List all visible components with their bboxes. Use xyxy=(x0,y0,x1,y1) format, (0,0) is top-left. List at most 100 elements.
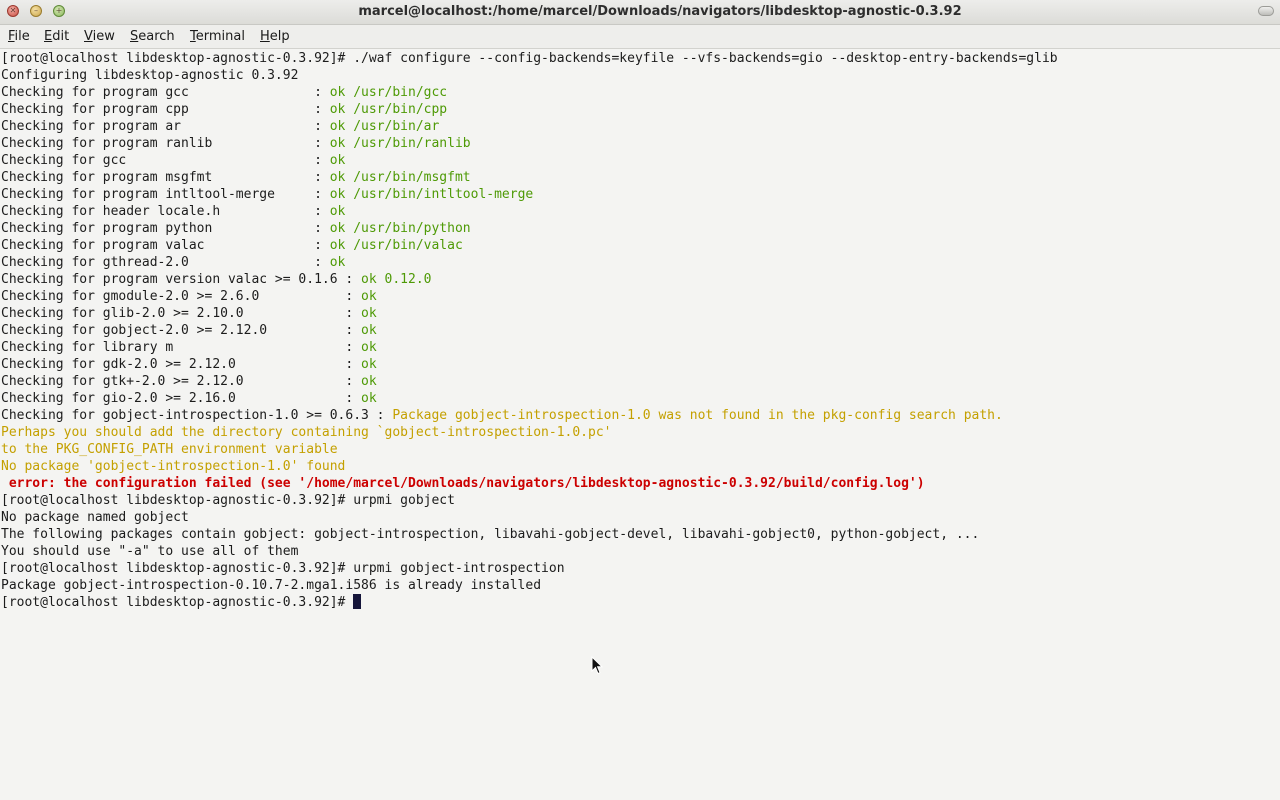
prompt: [root@localhost libdesktop-agnostic-0.3.… xyxy=(1,493,354,508)
terminal-output[interactable]: [root@localhost libdesktop-agnostic-0.3.… xyxy=(0,49,1280,800)
output-line: The following packages contain gobject: … xyxy=(1,527,980,542)
check-result: ok /usr/bin/valac xyxy=(329,238,463,253)
check-result: ok /usr/bin/ranlib xyxy=(329,136,471,151)
prompt: [root@localhost libdesktop-agnostic-0.3.… xyxy=(1,561,354,576)
check-line: Checking for header locale.h : ok xyxy=(1,203,345,220)
check-result: ok /usr/bin/intltool-merge xyxy=(329,187,534,202)
check-result: ok xyxy=(329,204,346,219)
shade-window-icon[interactable] xyxy=(1258,6,1274,16)
check-result: ok 0.12.0 xyxy=(361,272,432,287)
check-result: ok xyxy=(361,323,377,338)
check-label: Checking for gobject-introspection-1.0 >… xyxy=(1,408,393,423)
check-line: Checking for gio-2.0 >= 2.16.0 : ok xyxy=(1,390,377,407)
command-line: [root@localhost libdesktop-agnostic-0.3.… xyxy=(1,560,565,577)
check-result: ok /usr/bin/gcc xyxy=(329,85,448,100)
check-line: Checking for library m : ok xyxy=(1,339,377,356)
command-line: [root@localhost libdesktop-agnostic-0.3.… xyxy=(1,492,455,509)
active-prompt-line[interactable]: [root@localhost libdesktop-agnostic-0.3.… xyxy=(1,594,362,611)
warning-line: to the PKG_CONFIG_PATH environment varia… xyxy=(1,442,338,457)
check-label: Checking for program valac : xyxy=(1,238,330,253)
check-result: ok xyxy=(361,357,377,372)
check-line: Checking for program python : ok /usr/bi… xyxy=(1,220,471,237)
output-line: Configuring libdesktop-agnostic 0.3.92 xyxy=(1,68,299,83)
menu-edit-mnemonic: E xyxy=(44,29,53,44)
prompt: [root@localhost libdesktop-agnostic-0.3.… xyxy=(1,51,354,66)
check-label: Checking for program ranlib : xyxy=(1,136,330,151)
check-line: Checking for gcc : ok xyxy=(1,152,345,169)
check-label: Checking for program gcc : xyxy=(1,85,330,100)
menu-terminal-label: erminal xyxy=(195,29,245,44)
check-line: Checking for program gcc : ok /usr/bin/g… xyxy=(1,84,447,101)
check-line: Checking for gtk+-2.0 >= 2.12.0 : ok xyxy=(1,373,377,390)
menu-terminal[interactable]: Terminal xyxy=(186,25,249,48)
check-label: Checking for gio-2.0 >= 2.16.0 : xyxy=(1,391,362,406)
check-label: Checking for header locale.h : xyxy=(1,204,330,219)
check-line: Checking for glib-2.0 >= 2.10.0 : ok xyxy=(1,305,377,322)
check-result: ok xyxy=(361,340,377,355)
menu-help-label: elp xyxy=(269,29,290,44)
command-text: ./waf configure --config-backends=keyfil… xyxy=(353,51,1058,66)
mouse-pointer-icon xyxy=(591,656,603,675)
check-label: Checking for library m : xyxy=(1,340,362,355)
check-label: Checking for gobject-2.0 >= 2.12.0 : xyxy=(1,323,362,338)
check-line: Checking for gthread-2.0 : ok xyxy=(1,254,345,271)
check-label: Checking for program python : xyxy=(1,221,330,236)
check-result: ok xyxy=(361,374,377,389)
check-line-failed: Checking for gobject-introspection-1.0 >… xyxy=(1,407,1003,424)
check-result: ok xyxy=(361,289,377,304)
check-label: Checking for gthread-2.0 : xyxy=(1,255,330,270)
check-result: ok xyxy=(361,391,377,406)
check-line: Checking for program ranlib : ok /usr/bi… xyxy=(1,135,471,152)
menu-help[interactable]: Help xyxy=(256,25,294,48)
menu-bar: File Edit View Search Terminal Help xyxy=(0,25,1280,49)
check-line: Checking for program intltool-merge : ok… xyxy=(1,186,533,203)
terminal-window: ✕ – + marcel@localhost:/home/marcel/Down… xyxy=(0,0,1280,800)
check-label: Checking for glib-2.0 >= 2.10.0 : xyxy=(1,306,362,321)
title-bar[interactable]: ✕ – + marcel@localhost:/home/marcel/Down… xyxy=(0,0,1280,25)
check-line: Checking for program cpp : ok /usr/bin/c… xyxy=(1,101,447,118)
warning-line: No package 'gobject-introspection-1.0' f… xyxy=(1,459,346,474)
check-line: Checking for program ar : ok /usr/bin/ar xyxy=(1,118,439,135)
prompt: [root@localhost libdesktop-agnostic-0.3.… xyxy=(1,595,354,610)
output-line: You should use "-a" to use all of them xyxy=(1,544,299,559)
check-label: Checking for program msgfmt : xyxy=(1,170,330,185)
check-line: Checking for gobject-2.0 >= 2.12.0 : ok xyxy=(1,322,377,339)
check-result: ok /usr/bin/cpp xyxy=(329,102,448,117)
check-result: ok /usr/bin/msgfmt xyxy=(329,170,471,185)
check-line: Checking for gdk-2.0 >= 2.12.0 : ok xyxy=(1,356,377,373)
menu-edit[interactable]: Edit xyxy=(40,25,73,48)
check-result: ok xyxy=(361,306,377,321)
check-label: Checking for program intltool-merge : xyxy=(1,187,330,202)
check-result: ok /usr/bin/ar xyxy=(329,119,440,134)
error-line: error: the configuration failed (see '/h… xyxy=(1,476,925,491)
check-line: Checking for program version valac >= 0.… xyxy=(1,271,431,288)
check-label: Checking for gcc : xyxy=(1,153,330,168)
command-text: urpmi gobject-introspection xyxy=(353,561,565,576)
check-line: Checking for gmodule-2.0 >= 2.6.0 : ok xyxy=(1,288,377,305)
check-warning: Package gobject-introspection-1.0 was no… xyxy=(392,408,1003,423)
menu-edit-label: dit xyxy=(52,29,70,44)
check-result: ok xyxy=(329,153,346,168)
check-result: ok /usr/bin/python xyxy=(329,221,471,236)
check-label: Checking for gtk+-2.0 >= 2.12.0 : xyxy=(1,374,362,389)
window-title: marcel@localhost:/home/marcel/Downloads/… xyxy=(358,4,962,19)
output-line: No package named gobject xyxy=(1,510,189,525)
check-label: Checking for program ar : xyxy=(1,119,330,134)
menu-file[interactable]: File xyxy=(4,25,34,48)
text-cursor xyxy=(353,594,362,609)
menu-view[interactable]: View xyxy=(80,25,119,48)
menu-view-label: iew xyxy=(92,29,115,44)
check-label: Checking for program version valac >= 0.… xyxy=(1,272,362,287)
check-result: ok xyxy=(329,255,346,270)
check-label: Checking for program cpp : xyxy=(1,102,330,117)
menu-search[interactable]: Search xyxy=(126,25,179,48)
menu-view-mnemonic: V xyxy=(84,29,93,44)
menu-help-mnemonic: H xyxy=(260,29,270,44)
menu-search-label: earch xyxy=(138,29,175,44)
command-line: [root@localhost libdesktop-agnostic-0.3.… xyxy=(1,50,1058,67)
output-line: Package gobject-introspection-0.10.7-2.m… xyxy=(1,578,542,593)
check-line: Checking for program msgfmt : ok /usr/bi… xyxy=(1,169,471,186)
check-line: Checking for program valac : ok /usr/bin… xyxy=(1,237,463,254)
menu-file-label: ile xyxy=(14,29,30,44)
check-label: Checking for gmodule-2.0 >= 2.6.0 : xyxy=(1,289,362,304)
